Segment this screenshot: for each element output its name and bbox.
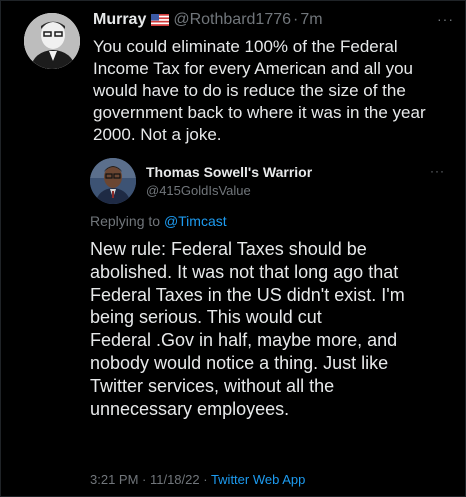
text-line: nobody would notice a thing. Just like (90, 352, 389, 373)
source-app-link[interactable]: Twitter Web App (211, 472, 305, 487)
text-line: Federal .Gov in half, maybe more, and (90, 330, 398, 351)
avatar-image (90, 158, 136, 204)
display-name[interactable]: Murray (93, 11, 146, 28)
avatar[interactable] (90, 158, 136, 204)
post-timestamp[interactable]: 3:21 PM · 11/18/22 · (90, 472, 208, 487)
avatar-image (24, 13, 80, 69)
text-line: New rule: Federal Taxes should be (90, 239, 367, 259)
handle[interactable]: @415GoldIsValue (146, 183, 251, 198)
text-line: unnecessary employees. (90, 398, 290, 419)
more-options-icon[interactable]: ··· (430, 164, 445, 178)
text-line: Federal Taxes in the US didn't exist. I'… (90, 284, 405, 305)
text-line: Income Tax for every American and all yo… (93, 59, 414, 78)
text-line: being serious. This would cut (90, 307, 322, 328)
timestamp[interactable]: 7m (300, 11, 322, 28)
separator: · (293, 11, 299, 28)
tweet-meta: 3:21 PM · 11/18/22 · Twitter Web App (90, 472, 305, 487)
handle[interactable]: @Rothbard1776 (173, 11, 291, 28)
text-line: abolished. It was not that long ago that (90, 261, 399, 282)
more-options-icon[interactable]: ··· (437, 11, 454, 27)
replying-to-label: Replying to (90, 213, 161, 229)
tweet-text: You could eliminate 100% of the Federal … (93, 36, 453, 146)
tweet-screenshot: Murray @Rothbard1776 · 7m ··· You could eli… (0, 0, 466, 497)
text-line: government back to where it was in the y… (93, 103, 426, 122)
text-line: 2000. Not a joke. (93, 125, 222, 144)
text-line: Twitter services, without all the (90, 375, 335, 396)
display-name[interactable]: Thomas Sowell's Warrior (146, 164, 312, 180)
tweet-text: New rule: Federal Taxes should be abolis… (90, 238, 445, 420)
avatar[interactable] (24, 13, 80, 69)
us-flag-icon (151, 13, 170, 31)
replying-to: Replying to @Timcast (90, 213, 227, 229)
text-line: would have to do is reduce the size of t… (93, 81, 406, 100)
tweet-header: Murray @Rothbard1776 · 7m (93, 11, 453, 33)
mention-link[interactable]: @Timcast (164, 213, 227, 229)
text-line: You could eliminate 100% of the Federal (93, 37, 398, 56)
